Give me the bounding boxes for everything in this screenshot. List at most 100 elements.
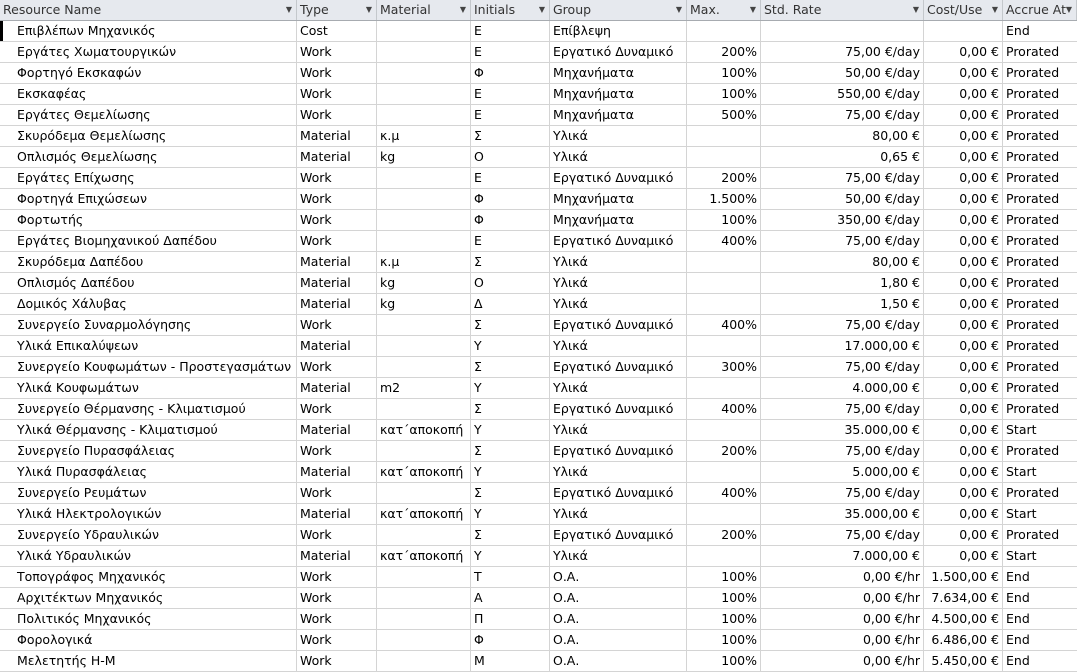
- cell-max[interactable]: [687, 252, 761, 272]
- cell-initials[interactable]: Ο: [471, 273, 550, 293]
- cell-type[interactable]: Work: [297, 105, 377, 125]
- cell-cost-use[interactable]: 1.500,00 €: [924, 567, 1003, 587]
- cell-resource-name[interactable]: Αρχιτέκτων Μηχανικός: [0, 588, 297, 608]
- cell-type[interactable]: Material: [297, 336, 377, 356]
- cell-material[interactable]: kg: [377, 294, 471, 314]
- cell-type[interactable]: Work: [297, 651, 377, 671]
- cell-std-rate[interactable]: 1,50 €: [761, 294, 924, 314]
- cell-initials[interactable]: Φ: [471, 63, 550, 83]
- cell-resource-name[interactable]: Φορτηγά Επιχώσεων: [0, 189, 297, 209]
- cell-max[interactable]: 400%: [687, 231, 761, 251]
- cell-max[interactable]: 200%: [687, 168, 761, 188]
- cell-type[interactable]: Work: [297, 399, 377, 419]
- table-row[interactable]: Επιβλέπων Μηχανικός Cost Ε Επίβλεψη End: [0, 21, 1077, 42]
- cell-std-rate[interactable]: 75,00 €/day: [761, 483, 924, 503]
- cell-resource-name[interactable]: Δομικός Χάλυβας: [0, 294, 297, 314]
- cell-material[interactable]: κατ΄αποκοπή: [377, 462, 471, 482]
- cell-cost-use[interactable]: 7.634,00 €: [924, 588, 1003, 608]
- cell-cost-use[interactable]: 0,00 €: [924, 420, 1003, 440]
- cell-material[interactable]: kg: [377, 147, 471, 167]
- cell-resource-name[interactable]: Φορολογικά: [0, 630, 297, 650]
- cell-accrue-at[interactable]: Prorated: [1003, 525, 1077, 545]
- cell-group[interactable]: Μηχανήματα: [550, 210, 687, 230]
- cell-std-rate[interactable]: 80,00 €: [761, 252, 924, 272]
- cell-max[interactable]: [687, 21, 761, 41]
- cell-type[interactable]: Work: [297, 210, 377, 230]
- cell-group[interactable]: Εργατικό Δυναμικό: [550, 399, 687, 419]
- column-header-type[interactable]: Type ▼: [297, 0, 377, 20]
- cell-type[interactable]: Work: [297, 315, 377, 335]
- cell-group[interactable]: Υλικά: [550, 126, 687, 146]
- cell-cost-use[interactable]: 0,00 €: [924, 294, 1003, 314]
- cell-material[interactable]: [377, 567, 471, 587]
- cell-resource-name[interactable]: Εργάτες Χωματουργικών: [0, 42, 297, 62]
- table-row[interactable]: Εκσκαφέας Work Ε Μηχανήματα 100% 550,00 €/day…: [0, 84, 1077, 105]
- cell-group[interactable]: Υλικά: [550, 273, 687, 293]
- cell-initials[interactable]: Φ: [471, 630, 550, 650]
- cell-initials[interactable]: Σ: [471, 525, 550, 545]
- cell-group[interactable]: Υλικά: [550, 252, 687, 272]
- cell-resource-name[interactable]: Συνεργείο Ρευμάτων: [0, 483, 297, 503]
- cell-accrue-at[interactable]: Prorated: [1003, 336, 1077, 356]
- cell-group[interactable]: Υλικά: [550, 546, 687, 566]
- cell-resource-name[interactable]: Υλικά Επικαλύψεων: [0, 336, 297, 356]
- cell-group[interactable]: Ο.Α.: [550, 588, 687, 608]
- cell-group[interactable]: Εργατικό Δυναμικό: [550, 168, 687, 188]
- cell-std-rate[interactable]: 35.000,00 €: [761, 420, 924, 440]
- cell-material[interactable]: κ.μ: [377, 252, 471, 272]
- cell-type[interactable]: Work: [297, 63, 377, 83]
- cell-accrue-at[interactable]: Prorated: [1003, 483, 1077, 503]
- cell-max[interactable]: 100%: [687, 84, 761, 104]
- cell-material[interactable]: [377, 21, 471, 41]
- cell-cost-use[interactable]: 0,00 €: [924, 315, 1003, 335]
- table-row[interactable]: Οπλισμός Θεμελίωσης Material kg Ο Υλικά 0,65 …: [0, 147, 1077, 168]
- cell-type[interactable]: Material: [297, 504, 377, 524]
- cell-std-rate[interactable]: 75,00 €/day: [761, 231, 924, 251]
- cell-initials[interactable]: Ε: [471, 21, 550, 41]
- cell-group[interactable]: Υλικά: [550, 462, 687, 482]
- cell-accrue-at[interactable]: Prorated: [1003, 441, 1077, 461]
- cell-type[interactable]: Work: [297, 441, 377, 461]
- table-row[interactable]: Φορτηγά Επιχώσεων Work Φ Μηχανήματα 1.500% 50…: [0, 189, 1077, 210]
- cell-group[interactable]: Εργατικό Δυναμικό: [550, 231, 687, 251]
- table-row[interactable]: Φορολογικά Work Φ Ο.Α. 100% 0,00 €/hr 6.486,00…: [0, 630, 1077, 651]
- cell-material[interactable]: [377, 315, 471, 335]
- cell-cost-use[interactable]: [924, 21, 1003, 41]
- table-row[interactable]: Εργάτες Χωματουργικών Work Ε Εργατικό Δυναμ…: [0, 42, 1077, 63]
- cell-initials[interactable]: Υ: [471, 462, 550, 482]
- cell-material[interactable]: [377, 210, 471, 230]
- cell-group[interactable]: Εργατικό Δυναμικό: [550, 525, 687, 545]
- cell-type[interactable]: Work: [297, 609, 377, 629]
- cell-max[interactable]: 400%: [687, 483, 761, 503]
- cell-initials[interactable]: Σ: [471, 483, 550, 503]
- cell-std-rate[interactable]: 75,00 €/day: [761, 105, 924, 125]
- cell-initials[interactable]: Σ: [471, 399, 550, 419]
- cell-resource-name[interactable]: Σκυρόδεμα Θεμελίωσης: [0, 126, 297, 146]
- cell-initials[interactable]: Τ: [471, 567, 550, 587]
- cell-std-rate[interactable]: 1,80 €: [761, 273, 924, 293]
- cell-initials[interactable]: Ο: [471, 147, 550, 167]
- filter-dropdown-icon[interactable]: ▼: [992, 0, 998, 20]
- table-row[interactable]: Εργάτες Θεμελίωσης Work Ε Μηχανήματα 500% 75,…: [0, 105, 1077, 126]
- cell-accrue-at[interactable]: Prorated: [1003, 399, 1077, 419]
- cell-type[interactable]: Work: [297, 42, 377, 62]
- cell-std-rate[interactable]: 4.000,00 €: [761, 378, 924, 398]
- cell-accrue-at[interactable]: Prorated: [1003, 147, 1077, 167]
- cell-std-rate[interactable]: [761, 21, 924, 41]
- cell-type[interactable]: Material: [297, 273, 377, 293]
- cell-accrue-at[interactable]: Prorated: [1003, 210, 1077, 230]
- cell-max[interactable]: 1.500%: [687, 189, 761, 209]
- table-row[interactable]: Σκυρόδεμα Δαπέδου Material κ.μ Σ Υλικά 80,00 …: [0, 252, 1077, 273]
- cell-initials[interactable]: Ε: [471, 84, 550, 104]
- cell-material[interactable]: [377, 483, 471, 503]
- cell-cost-use[interactable]: 6.486,00 €: [924, 630, 1003, 650]
- table-row[interactable]: Σκυρόδεμα Θεμελίωσης Material κ.μ Σ Υλικά 80,…: [0, 126, 1077, 147]
- cell-initials[interactable]: Ε: [471, 42, 550, 62]
- cell-initials[interactable]: Δ: [471, 294, 550, 314]
- cell-resource-name[interactable]: Πολιτικός Μηχανικός: [0, 609, 297, 629]
- cell-initials[interactable]: Υ: [471, 420, 550, 440]
- cell-cost-use[interactable]: 0,00 €: [924, 84, 1003, 104]
- cell-std-rate[interactable]: 75,00 €/day: [761, 168, 924, 188]
- cell-std-rate[interactable]: 80,00 €: [761, 126, 924, 146]
- cell-accrue-at[interactable]: Prorated: [1003, 315, 1077, 335]
